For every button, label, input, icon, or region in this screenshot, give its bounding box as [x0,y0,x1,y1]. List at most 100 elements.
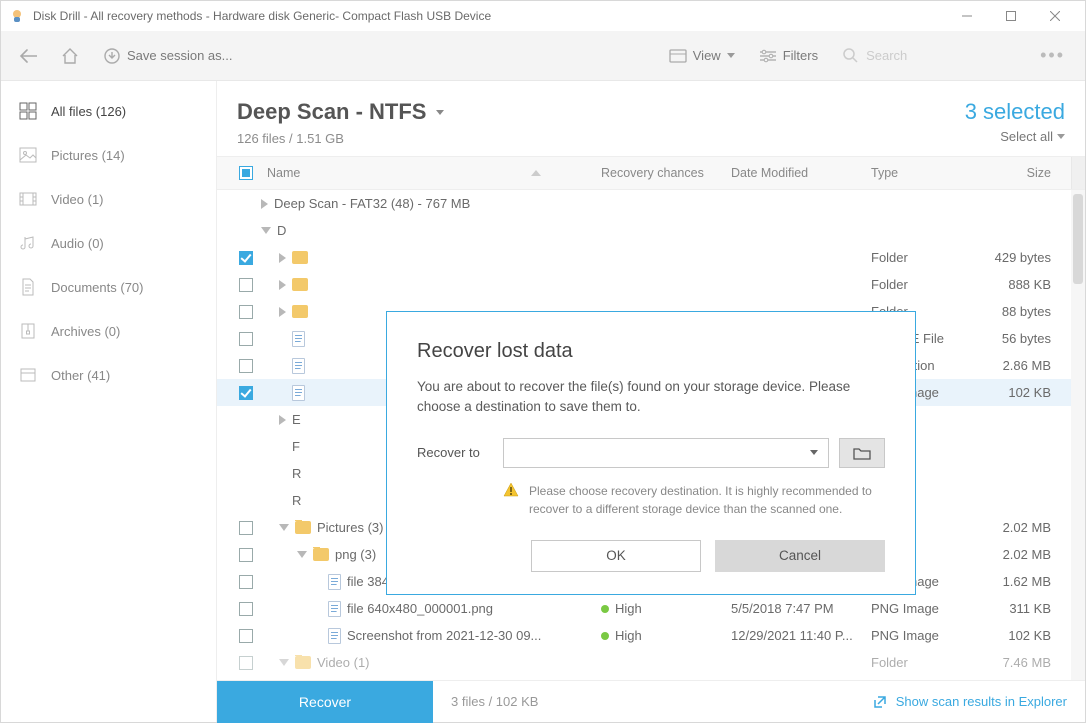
document-icon [19,278,37,296]
folder-icon [292,251,308,264]
row-checkbox[interactable] [239,251,253,265]
more-button[interactable]: ••• [1034,38,1071,74]
row-checkbox[interactable] [239,602,253,616]
row-checkbox[interactable] [239,575,253,589]
window-title: Disk Drill - All recovery methods - Hard… [33,9,491,23]
sidebar: All files (126) Pictures (14) Video (1) Aud… [1,81,217,722]
cancel-button[interactable]: Cancel [715,540,885,572]
modal-warning: Please choose recovery destination. It i… [529,482,885,518]
sidebar-item-label: All files (126) [51,104,126,119]
row-checkbox[interactable] [239,359,253,373]
row-checkbox[interactable] [239,332,253,346]
recover-to-combo[interactable] [503,438,829,468]
filters-button[interactable]: Filters [755,38,822,74]
col-type[interactable]: Type [871,166,991,180]
expand-icon[interactable] [279,253,286,263]
header-checkbox[interactable] [239,166,253,180]
maximize-button[interactable] [989,1,1033,31]
recover-to-label: Recover to [417,445,493,460]
grid-icon [19,102,37,120]
expand-icon[interactable] [279,415,286,425]
file-row[interactable]: Screenshot from 2021-12-30 09... High 12… [217,622,1085,649]
row-checkbox[interactable] [239,278,253,292]
app-logo-icon [9,8,25,24]
expand-icon[interactable] [279,524,289,531]
warning-icon [503,482,519,498]
search-input[interactable]: Search [838,38,1018,74]
show-in-explorer-link[interactable]: Show scan results in Explorer [872,694,1067,710]
ok-button[interactable]: OK [531,540,701,572]
selected-count: 3 selected [965,99,1065,125]
file-icon [328,601,341,617]
save-session-button[interactable]: Save session as... [99,38,237,74]
row-name: Video (1) [317,655,370,670]
expand-icon[interactable] [261,199,268,209]
file-icon [292,331,305,347]
row-name: png (3) [335,547,376,562]
chevron-down-icon [727,53,735,58]
home-button[interactable] [57,38,83,74]
col-date[interactable]: Date Modified [731,166,871,180]
sidebar-item-label: Audio (0) [51,236,104,251]
search-icon [842,47,858,63]
sidebar-item[interactable]: Pictures (14) [1,133,216,177]
expand-icon[interactable] [279,659,289,666]
group-row[interactable]: Deep Scan - FAT32 (48) - 767 MB [217,190,1085,217]
close-button[interactable] [1033,1,1077,31]
sidebar-item[interactable]: Other (41) [1,353,216,397]
sidebar-item[interactable]: Audio (0) [1,221,216,265]
folder-row[interactable]: Folder 429 bytes [217,244,1085,271]
folder-icon [313,548,329,561]
recover-modal: Recover lost data You are about to recov… [386,311,916,595]
row-checkbox[interactable] [239,305,253,319]
recovery-dot-icon [601,632,609,640]
row-name: R [292,466,301,481]
row-checkbox[interactable] [239,386,253,400]
scan-title[interactable]: Deep Scan - NTFS [237,99,444,125]
sidebar-item-label: Video (1) [51,192,104,207]
row-checkbox[interactable] [239,629,253,643]
back-button[interactable] [15,38,41,74]
scrollbar[interactable] [1071,190,1085,680]
expand-icon[interactable] [261,227,271,234]
col-name[interactable]: Name [261,166,601,180]
filters-label: Filters [783,48,818,63]
footer: Recover 3 files / 102 KB Show scan resul… [217,680,1085,722]
view-button[interactable]: View [665,38,739,74]
recovery-dot-icon [601,605,609,613]
footer-info: 3 files / 102 KB [451,694,538,709]
recover-button[interactable]: Recover [217,681,433,723]
row-name: Screenshot from 2021-12-30 09... [347,628,541,643]
col-recovery[interactable]: Recovery chances [601,166,731,180]
sidebar-item[interactable]: Video (1) [1,177,216,221]
row-checkbox[interactable] [239,656,253,670]
row-checkbox[interactable] [239,521,253,535]
row-checkbox[interactable] [239,548,253,562]
row-name: file 640x480_000001.png [347,601,493,616]
sidebar-item[interactable]: All files (126) [1,89,216,133]
expand-icon[interactable] [279,280,286,290]
sidebar-item-label: Other (41) [51,368,110,383]
expand-icon[interactable] [297,551,307,558]
file-icon [292,358,305,374]
col-size[interactable]: Size [991,166,1071,180]
row-name: D [277,223,286,238]
select-all-button[interactable]: Select all [965,129,1065,144]
folder-icon [292,278,308,291]
group-row[interactable]: D [217,217,1085,244]
file-row[interactable]: file 640x480_000001.png High 5/5/2018 7:… [217,595,1085,622]
folder-row[interactable]: Folder 888 KB [217,271,1085,298]
chevron-down-icon [1057,134,1065,139]
sidebar-item[interactable]: Documents (70) [1,265,216,309]
minimize-button[interactable] [945,1,989,31]
sidebar-item[interactable]: Archives (0) [1,309,216,353]
other-icon [19,366,37,384]
expand-icon[interactable] [279,307,286,317]
archive-icon [19,322,37,340]
browse-button[interactable] [839,438,885,468]
external-link-icon [872,694,888,710]
row-name: R [292,493,301,508]
row-name: Deep Scan - FAT32 (48) - 767 MB [274,196,470,211]
folder-row[interactable]: Video (1) Folder 7.46 MB [217,649,1085,676]
row-name: Pictures (3) [317,520,383,535]
